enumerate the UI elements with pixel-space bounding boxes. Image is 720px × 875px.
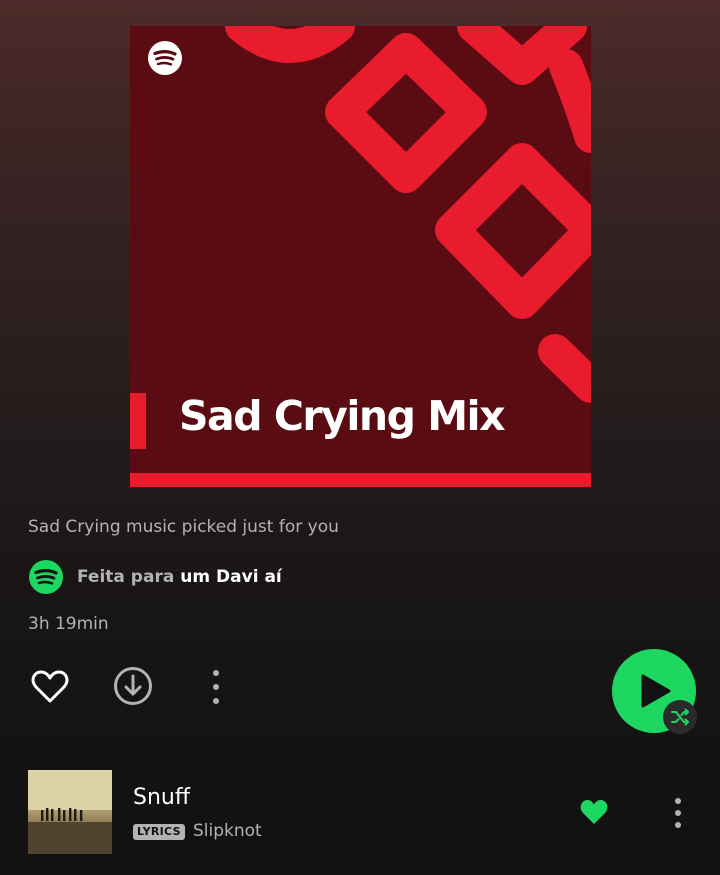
cover-accent-bar [130, 393, 146, 449]
shuffle-icon [671, 708, 689, 726]
owner-prefix: Feita para [77, 567, 175, 587]
lyrics-badge: LYRICS [133, 824, 185, 840]
shuffle-button[interactable] [663, 700, 697, 734]
playlist-owner[interactable]: Feita para um Davi aí [28, 559, 282, 595]
more-vertical-icon[interactable] [206, 667, 226, 707]
owner-name[interactable]: um Davi aí [180, 567, 281, 587]
cover-title: Sad Crying Mix [179, 392, 506, 440]
more-vertical-icon[interactable] [668, 796, 688, 832]
spotify-logo-icon [148, 41, 182, 75]
heart-filled-icon[interactable] [579, 798, 609, 826]
playlist-cover: Sad Crying Mix [130, 26, 591, 487]
track-artist: Slipknot [193, 821, 262, 841]
track-row[interactable]: Snuff LYRICS Slipknot [0, 770, 720, 856]
download-icon[interactable] [113, 666, 153, 706]
playlist-duration: 3h 19min [28, 614, 109, 634]
track-title: Snuff [133, 785, 191, 810]
cover-bottom-bar [130, 473, 591, 487]
playlist-description: Sad Crying music picked just for you [28, 517, 339, 537]
track-album-art [28, 770, 112, 854]
heart-outline-icon[interactable] [30, 667, 70, 707]
spotify-logo-icon [29, 560, 63, 594]
album-art-figures [28, 770, 112, 854]
